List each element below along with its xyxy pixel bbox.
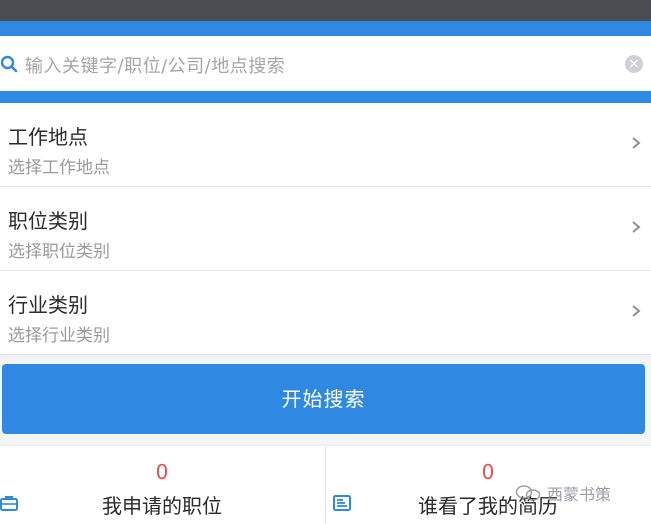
status-bar: [0, 0, 651, 21]
filter-title: 职位类别: [8, 209, 88, 233]
my-applications[interactable]: 0 我申请的职位: [0, 446, 324, 524]
search-placeholder: 输入关键字/职位/公司/地点搜索: [25, 56, 286, 77]
applications-label: 我申请的职位: [102, 494, 222, 518]
filter-row-location[interactable]: 工作地点 选择工作地点: [0, 103, 651, 187]
watermark-text: 西蒙书策: [547, 485, 612, 504]
chevron-right-icon: [632, 221, 641, 233]
filter-subtitle: 选择工作地点: [8, 158, 110, 178]
filter-subtitle: 选择职位类别: [8, 242, 110, 262]
chevron-right-icon: [632, 137, 641, 149]
filter-title: 行业类别: [8, 293, 88, 317]
search-icon: [0, 55, 18, 73]
filter-title: 工作地点: [8, 125, 88, 149]
clear-icon[interactable]: ×: [625, 55, 643, 73]
wechat-icon: [515, 485, 541, 501]
start-search-button[interactable]: 开始搜索: [2, 364, 645, 434]
applications-count: 0: [155, 460, 169, 484]
filter-list: 工作地点 选择工作地点 职位类别 选择职位类别 行业类别 选择行业类别: [0, 103, 651, 355]
action-area: 开始搜索: [0, 358, 651, 444]
filter-subtitle: 选择行业类别: [8, 326, 110, 346]
search-input[interactable]: 输入关键字/职位/公司/地点搜索 ×: [0, 36, 651, 91]
filter-row-industry[interactable]: 行业类别 选择行业类别: [0, 271, 651, 355]
watermark: 西蒙书策: [515, 482, 611, 504]
filter-row-job-category[interactable]: 职位类别 选择职位类别: [0, 187, 651, 271]
chevron-right-icon: [632, 305, 641, 317]
